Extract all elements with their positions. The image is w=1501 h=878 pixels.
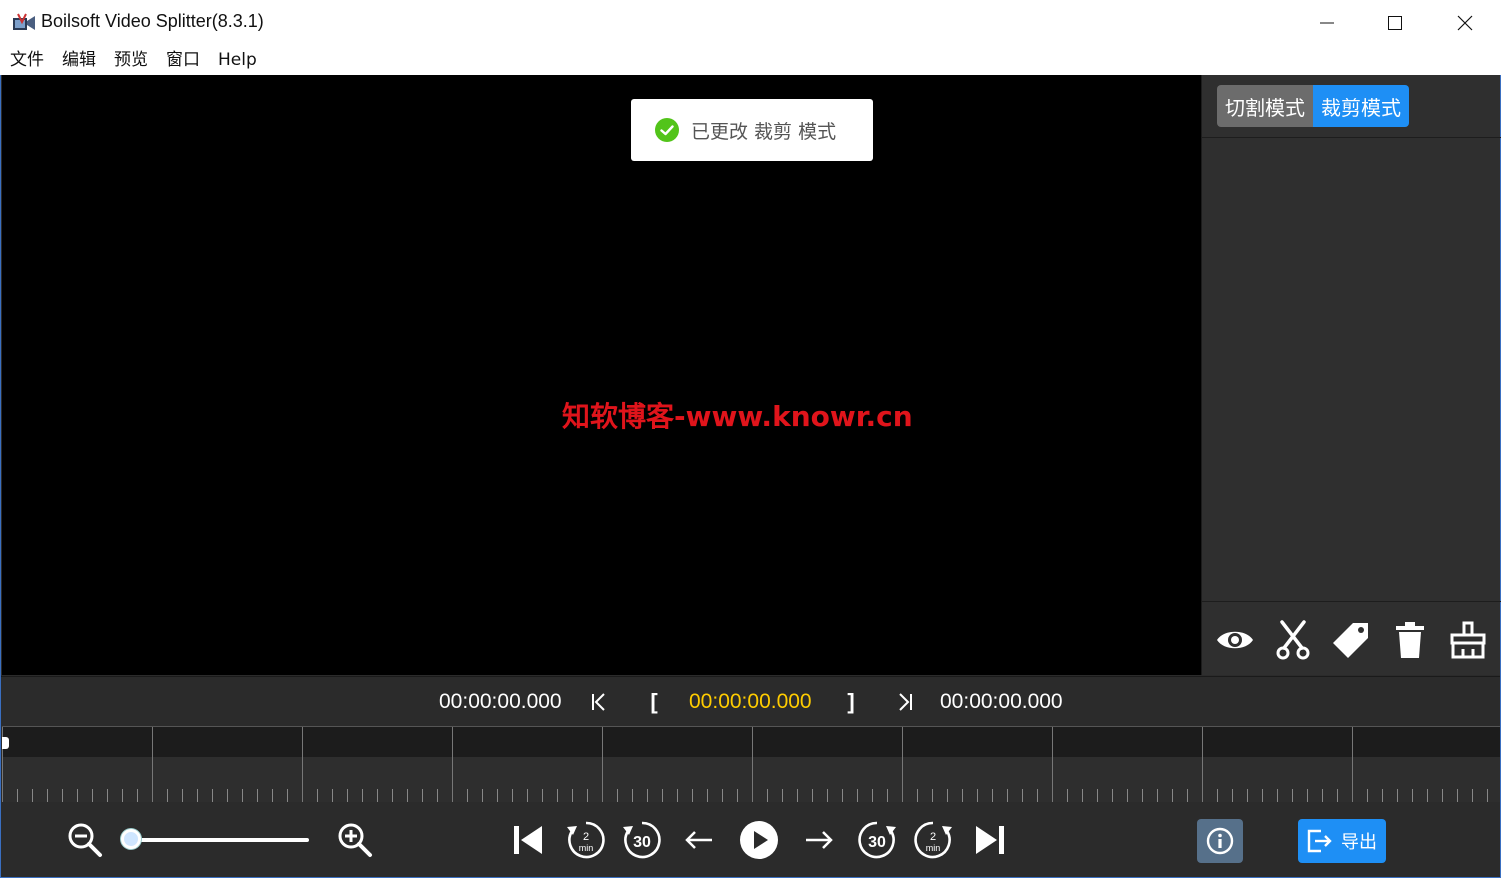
arrow-right-icon	[806, 831, 833, 849]
play-button[interactable]	[738, 819, 780, 861]
forward-2min-icon: 2 min	[914, 821, 952, 859]
rewind-2min-icon: 2 min	[567, 821, 605, 859]
current-time: 00:00:00.000	[689, 690, 812, 713]
timeline[interactable]	[2, 726, 1500, 802]
export-label: 导出	[1341, 832, 1377, 853]
zoom-slider[interactable]	[121, 829, 309, 849]
menu-file[interactable]: 文件	[10, 46, 44, 75]
delete-segment-button[interactable]	[1388, 618, 1432, 662]
tag-icon	[1333, 623, 1369, 658]
forward-2min-unit: min	[926, 843, 941, 853]
mark-out-button[interactable]: ]	[836, 687, 866, 717]
export-icon	[1307, 829, 1332, 853]
scissors-icon	[1276, 620, 1310, 660]
close-icon	[1457, 15, 1473, 31]
minimize-button[interactable]	[1292, 0, 1362, 46]
end-time: 00:00:00.000	[940, 690, 1063, 713]
menu-bar: 文件 编辑 预览 窗口 Help	[0, 46, 1501, 75]
app-logo-icon	[13, 13, 35, 30]
video-preview[interactable]: 已更改 裁剪 模式 知软博客-www.knowr.cn	[2, 75, 1201, 675]
tag-segment-button[interactable]	[1329, 618, 1373, 662]
mode-switch: 切割模式 裁剪模式	[1217, 85, 1409, 127]
go-to-end-button[interactable]	[969, 819, 1011, 861]
rewind-2min-value: 2	[583, 831, 589, 843]
export-button[interactable]: 导出	[1298, 819, 1386, 863]
forward-30s-icon: 30	[858, 821, 896, 859]
step-forward-button[interactable]	[798, 819, 840, 861]
side-panel: 切割模式 裁剪模式	[1201, 75, 1501, 675]
go-to-start-button[interactable]	[507, 819, 549, 861]
info-icon	[1206, 827, 1234, 855]
forward-30s-value: 30	[868, 834, 886, 851]
rewind-2min-button[interactable]: 2 min	[565, 819, 607, 861]
skip-to-start-icon	[592, 693, 605, 711]
cut-segment-button[interactable]	[1271, 618, 1315, 662]
title-bar: Boilsoft Video Splitter(8.3.1)	[0, 0, 1501, 46]
playhead-handle[interactable]	[2, 737, 9, 749]
maximize-icon	[1388, 16, 1402, 30]
rewind-30s-value: 30	[633, 834, 651, 851]
goto-end-mark-button[interactable]	[890, 687, 920, 717]
eye-icon	[1217, 631, 1254, 649]
segment-toolbar	[1202, 605, 1501, 675]
control-bar: 2 min 30 30 2 min 导出	[1, 802, 1500, 877]
rewind-30s-icon: 30	[623, 821, 661, 859]
step-back-button[interactable]	[678, 819, 720, 861]
app-body: 已更改 裁剪 模式 知软博客-www.knowr.cn 切割模式 裁剪模式 00…	[0, 75, 1501, 878]
zoom-in-icon	[338, 823, 372, 857]
watermark-text: 知软博客-www.knowr.cn	[562, 400, 913, 433]
cut-mode-button[interactable]: 切割模式	[1217, 85, 1313, 127]
skip-next-icon	[976, 826, 1004, 854]
time-readout-bar: 00:00:00.000 [ 00:00:00.000 ] 00:00:00.0…	[1, 676, 1500, 726]
arrow-left-icon	[685, 831, 712, 849]
check-circle-icon	[655, 118, 679, 142]
minimize-icon	[1320, 22, 1334, 24]
menu-help[interactable]: Help	[218, 46, 257, 75]
forward-2min-value: 2	[930, 831, 936, 843]
start-time: 00:00:00.000	[439, 690, 562, 713]
window-title: Boilsoft Video Splitter(8.3.1)	[41, 11, 264, 31]
mark-in-button[interactable]: [	[639, 687, 669, 717]
segment-list[interactable]	[1202, 138, 1501, 600]
timeline-ruler	[2, 727, 1488, 802]
zoom-in-button[interactable]	[334, 819, 376, 861]
menu-window[interactable]: 窗口	[166, 46, 200, 75]
maximize-button[interactable]	[1360, 0, 1430, 46]
zoom-out-icon	[68, 823, 102, 857]
toast-message: 已更改 裁剪 模式	[691, 120, 837, 143]
zoom-slider-knob[interactable]	[121, 829, 141, 849]
goto-start-mark-button[interactable]	[584, 687, 614, 717]
skip-previous-icon	[514, 826, 542, 854]
rewind-30s-button[interactable]: 30	[621, 819, 663, 861]
forward-2min-button[interactable]: 2 min	[912, 819, 954, 861]
mode-changed-toast: 已更改 裁剪 模式	[631, 99, 873, 161]
skip-to-end-icon	[899, 693, 912, 711]
menu-edit[interactable]: 编辑	[62, 46, 96, 75]
info-button[interactable]	[1197, 819, 1243, 863]
rewind-2min-unit: min	[579, 843, 594, 853]
menu-preview[interactable]: 预览	[114, 46, 148, 75]
play-icon	[740, 821, 778, 859]
trash-icon	[1395, 622, 1424, 658]
clear-segments-button[interactable]	[1446, 618, 1490, 662]
crop-mode-button[interactable]: 裁剪模式	[1313, 85, 1409, 127]
close-button[interactable]	[1430, 0, 1500, 46]
zoom-out-button[interactable]	[64, 819, 106, 861]
forward-30s-button[interactable]: 30	[856, 819, 898, 861]
divider	[1202, 601, 1501, 602]
preview-segment-button[interactable]	[1213, 618, 1257, 662]
broom-icon	[1450, 621, 1486, 659]
